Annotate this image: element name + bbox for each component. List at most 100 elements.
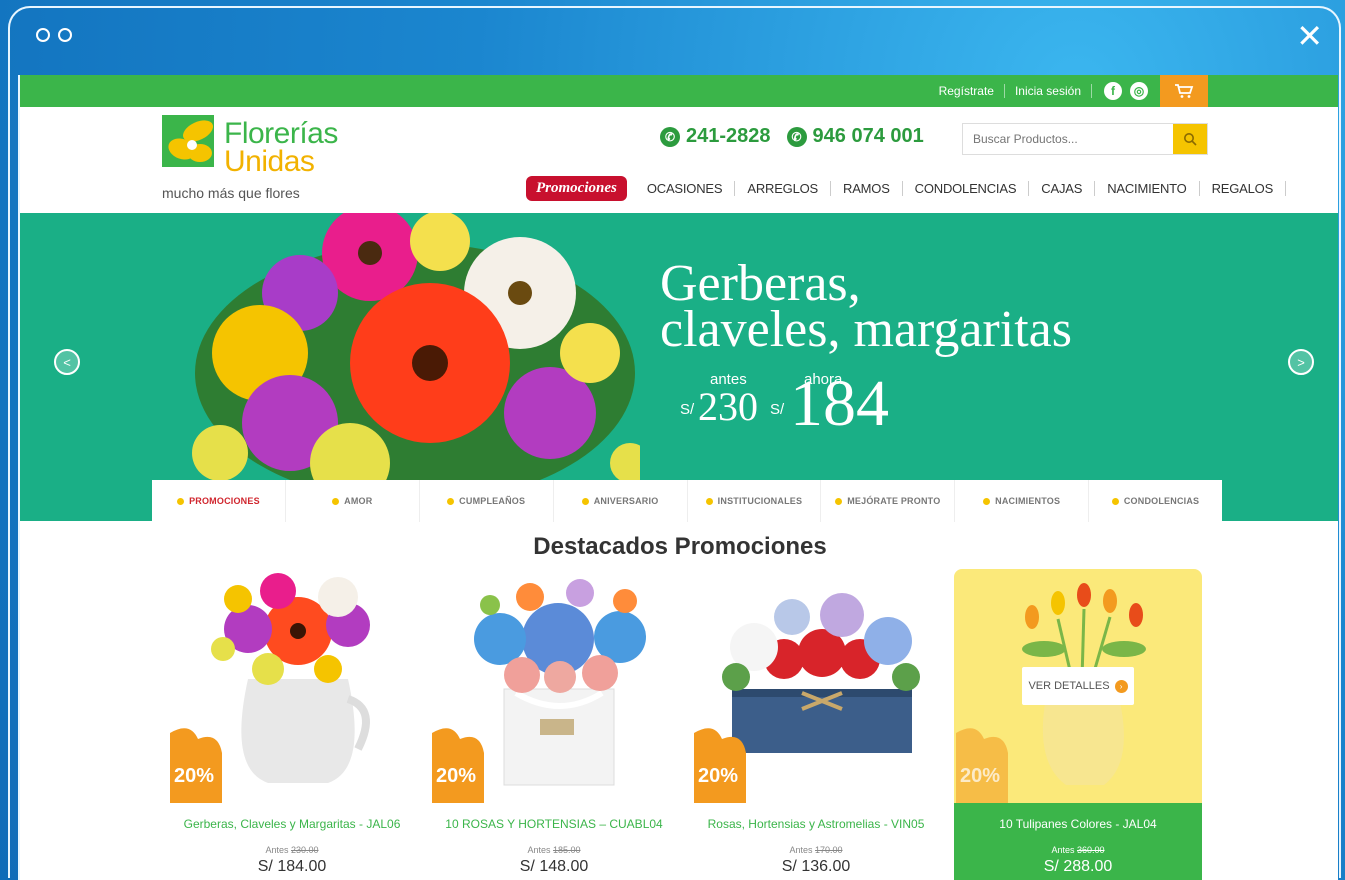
tab-aniversario[interactable]: ANIVERSARIO <box>554 480 688 522</box>
nav-cajas[interactable]: CAJAS <box>1029 180 1096 196</box>
antes-label: Antes <box>527 845 551 855</box>
tab-label: MEJÓRATE PRONTO <box>847 496 941 506</box>
account-links: Regístrate Inicia sesión f ◎ <box>929 75 1148 107</box>
antes-label: Antes <box>789 845 813 855</box>
nav-condolencias[interactable]: CONDOLENCIAS <box>903 180 1030 196</box>
tab-institucionales[interactable]: INSTITUCIONALES <box>688 480 822 522</box>
window-titlebar: ✕ <box>20 10 1331 62</box>
bullet-icon <box>332 497 340 505</box>
nav-promociones[interactable]: Promociones <box>526 175 627 201</box>
product-price: S/ 184.00 <box>257 858 327 875</box>
product-name[interactable]: 10 ROSAS Y HORTENSIAS – CUABL04 <box>430 817 678 831</box>
discount-badge <box>956 728 1008 803</box>
antes-label: Antes <box>265 845 289 855</box>
cart-icon[interactable] <box>1160 75 1208 107</box>
facebook-icon[interactable]: f <box>1104 82 1122 100</box>
carousel-prev-icon[interactable]: < <box>54 349 80 375</box>
hero-currency-old: S/ <box>680 401 695 418</box>
section-title: Destacados Promociones <box>533 533 827 560</box>
window-dot-2[interactable] <box>58 28 72 42</box>
tab-label: CUMPLEAÑOS <box>459 496 526 506</box>
register-link[interactable]: Regístrate <box>929 84 1005 98</box>
carousel-next-icon[interactable]: > <box>1288 349 1314 375</box>
tab-condolencias[interactable]: CONDOLENCIAS <box>1089 480 1222 522</box>
search-bar <box>962 123 1208 155</box>
search-input[interactable] <box>963 124 1173 154</box>
discount-label: 20% <box>698 765 739 787</box>
tab-promociones[interactable]: PROMOCIONES <box>152 480 286 522</box>
tab-amor[interactable]: AMOR <box>286 480 420 522</box>
product-card[interactable]: 20% 10 ROSAS Y HORTENSIAS – CUABL04 Ante… <box>430 569 678 880</box>
tab-nacimientos[interactable]: NACIMIENTOS <box>955 480 1090 522</box>
bullet-icon <box>705 497 713 505</box>
nav-regalos[interactable]: REGALOS <box>1200 180 1287 196</box>
tagline: mucho más que flores <box>162 185 300 201</box>
nav-ocasiones[interactable]: OCASIONES <box>635 180 736 196</box>
phone-main[interactable]: ✆ 241-2828 <box>660 125 771 148</box>
discount-label: 20% <box>174 765 215 787</box>
window-controls <box>36 28 72 42</box>
nav-ramos[interactable]: RAMOS <box>831 180 903 196</box>
hero-banner[interactable]: Gerberas, claveles, margaritas antes aho… <box>20 213 1338 521</box>
login-link[interactable]: Inicia sesión <box>1005 84 1092 98</box>
product-name[interactable]: Gerberas, Claveles y Margaritas - JAL06 <box>168 817 416 831</box>
product-card[interactable]: 20% Rosas, Hortensias y Astromelias - VI… <box>692 569 940 880</box>
bullet-icon <box>1111 497 1119 505</box>
social-links: f ◎ <box>1104 82 1148 100</box>
tab-label: PROMOCIONES <box>189 496 260 506</box>
product-card[interactable]: 20% Gerberas, Claveles y Margaritas - JA… <box>168 569 416 880</box>
product-old-price: Antes 170.00 <box>692 845 940 855</box>
product-old-price: Antes 360.00 <box>954 845 1202 855</box>
old-price-value: 230.00 <box>291 845 319 855</box>
antes-label: Antes <box>1051 845 1075 855</box>
instagram-icon[interactable]: ◎ <box>1130 82 1148 100</box>
tab-label: INSTITUCIONALES <box>717 496 803 506</box>
logo-text-unidas: Unidas <box>224 145 315 178</box>
phone-main-number: 241-2828 <box>686 125 771 147</box>
arrow-right-icon: › <box>1114 679 1128 693</box>
window-dot-1[interactable] <box>36 28 50 42</box>
tab-cumpleanos[interactable]: CUMPLEAÑOS <box>420 480 554 522</box>
product-name[interactable]: 10 Tulipanes Colores - JAL04 <box>954 817 1202 831</box>
hero-old-price: 230 <box>698 384 758 429</box>
tab-label: NACIMIENTOS <box>995 496 1061 506</box>
discount-badge <box>170 728 222 803</box>
old-price-value: 170.00 <box>815 845 843 855</box>
product-price: S/ 136.00 <box>781 858 851 875</box>
tab-label: CONDOLENCIAS <box>1123 496 1200 506</box>
search-icon <box>1184 133 1197 146</box>
close-icon[interactable]: ✕ <box>1296 20 1323 52</box>
category-tabs: PROMOCIONES AMOR CUMPLEAÑOS ANIVERSARIO … <box>152 480 1222 522</box>
view-details-label: VER DETALLES <box>1028 680 1110 692</box>
discount-label: 20% <box>960 765 1001 787</box>
logo-flower-icon <box>162 115 214 167</box>
discount-badge <box>694 728 746 803</box>
old-price-value: 185.00 <box>553 845 581 855</box>
bullet-icon <box>983 497 991 505</box>
hero-title: Gerberas, claveles, margaritas <box>660 258 1072 358</box>
product-old-price: Antes 230.00 <box>168 845 416 855</box>
product-price: S/ 288.00 <box>1043 858 1113 875</box>
product-card-featured[interactable]: VER DETALLES › 20% 10 Tulipanes Colores … <box>954 569 1202 880</box>
old-price-value: 360.00 <box>1077 845 1105 855</box>
website: Regístrate Inicia sesión f ◎ Florerías U… <box>18 75 1338 880</box>
bullet-icon <box>835 497 843 505</box>
discount-label: 20% <box>436 765 477 787</box>
tab-label: ANIVERSARIO <box>593 496 659 506</box>
phone-icon: ✆ <box>660 126 680 147</box>
phone-whatsapp[interactable]: ✆ 946 074 001 <box>786 125 924 148</box>
hero-currency-new: S/ <box>770 401 785 418</box>
bullet-icon <box>447 497 455 505</box>
nav-arreglos[interactable]: ARREGLOS <box>735 180 831 196</box>
view-details-button[interactable]: VER DETALLES › <box>1022 667 1134 705</box>
nav-nacimiento[interactable]: NACIMIENTO <box>1095 180 1200 196</box>
top-bar: Regístrate Inicia sesión f ◎ <box>20 75 1338 107</box>
tab-mejorate-pronto[interactable]: MEJÓRATE PRONTO <box>821 480 956 522</box>
phone-whatsapp-number: 946 074 001 <box>812 125 924 147</box>
search-button[interactable] <box>1173 124 1207 154</box>
whatsapp-icon: ✆ <box>786 126 807 147</box>
product-name[interactable]: Rosas, Hortensias y Astromelias - VIN05 <box>692 817 940 831</box>
product-price: S/ 148.00 <box>519 858 589 875</box>
hero-title-line2: claveles, margaritas <box>660 301 1072 358</box>
bullet-icon <box>581 497 589 505</box>
